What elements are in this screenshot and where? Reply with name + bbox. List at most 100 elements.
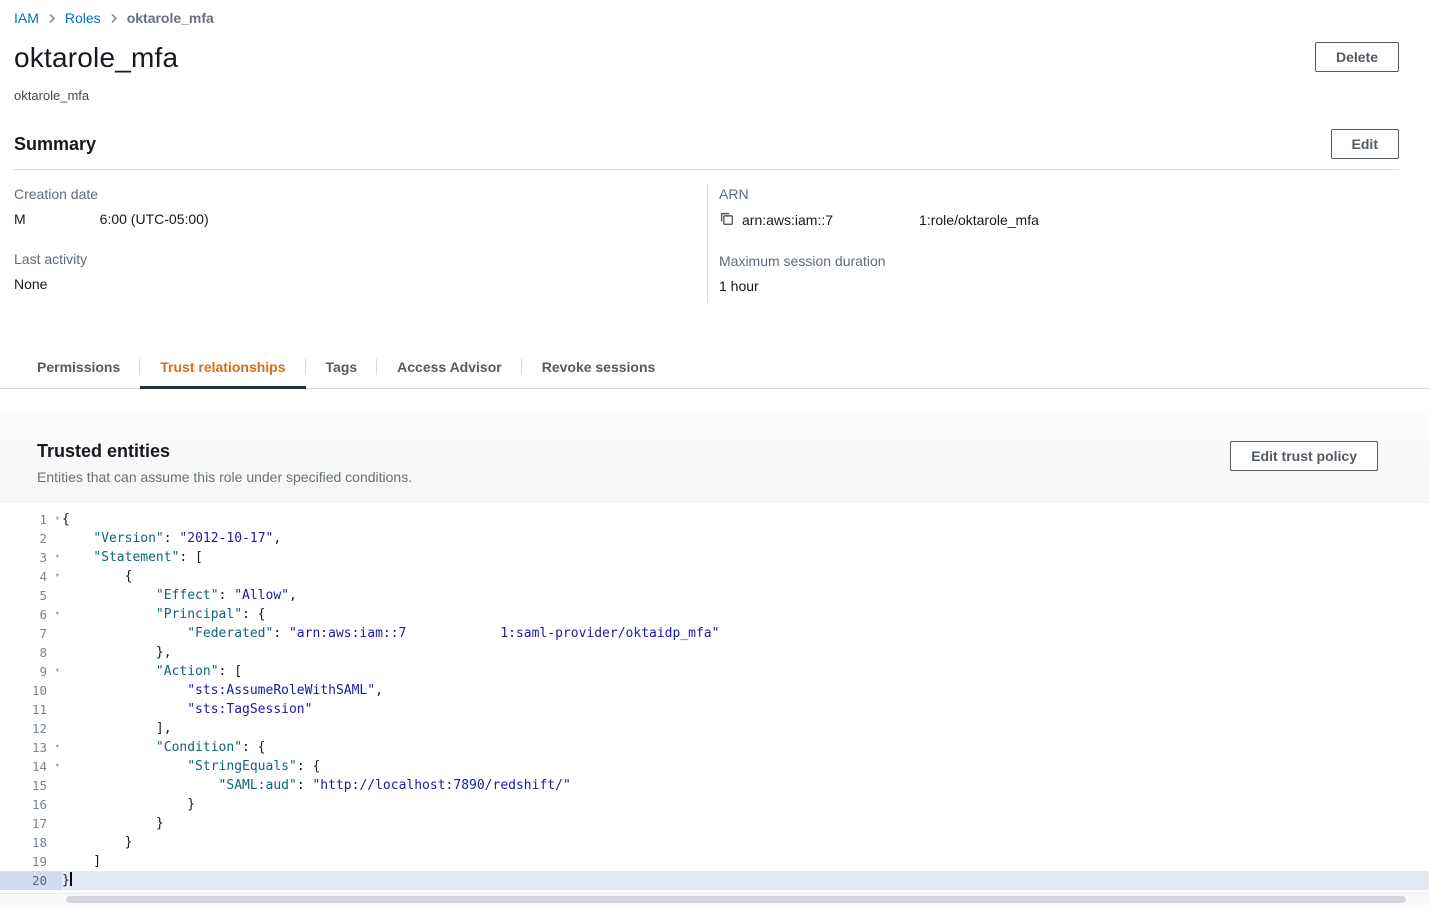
trust-policy-editor[interactable]: 1 ▾{2 "Version": "2012-10-17", 3 ▾ "Stateme… — [0, 503, 1429, 890]
breadcrumb-item-roles[interactable]: Roles — [65, 10, 101, 26]
tab-permissions[interactable]: Permissions — [17, 346, 141, 388]
code-token: : { — [296, 759, 321, 774]
editor-line: 4 ▾ { — [0, 567, 1429, 586]
edit-summary-button[interactable]: Edit — [1330, 129, 1399, 159]
line-number: 2 — [39, 531, 47, 546]
code-line: "Federated": "arn:aws:iam::7 1:saml-prov… — [62, 624, 1429, 643]
max-session-field: Maximum session duration 1 hour — [719, 253, 1399, 294]
code-line: "Statement": [ — [62, 548, 1429, 567]
code-token: "http://localhost:7890/redshift/" — [312, 778, 571, 793]
code-token: "Federated" — [187, 626, 274, 641]
code-token: 1:saml-provider/oktaidp_mfa" — [500, 626, 720, 641]
tab-tags[interactable]: Tags — [306, 346, 378, 388]
line-number: 12 — [31, 721, 47, 736]
editor-line: 7 "Federated": "arn:aws:iam::7 1:saml-pr… — [0, 624, 1429, 643]
code-token: "StringEquals" — [187, 759, 297, 774]
code-line: "Action": [ — [62, 662, 1429, 681]
code-token: "SAML:aud" — [218, 778, 297, 793]
line-number: 15 — [31, 778, 47, 793]
fold-toggle-icon[interactable]: ▾ — [55, 757, 60, 776]
code-token: "arn:aws:iam::7 — [288, 626, 407, 641]
role-description: oktarole_mfa — [14, 88, 90, 103]
creation-date-label: Creation date — [14, 186, 99, 202]
line-number: 11 — [31, 702, 47, 717]
code-token: : { — [242, 740, 266, 755]
code-token: , — [375, 683, 383, 698]
editor-line: 9 ▾ "Action": [ — [0, 662, 1429, 681]
code-token: ] — [62, 854, 102, 869]
fold-toggle-icon[interactable]: ▾ — [55, 662, 60, 681]
code-token: "Version" — [93, 531, 164, 546]
code-line: "Version": "2012-10-17", — [62, 529, 1429, 548]
editor-line: 16 } — [0, 795, 1429, 814]
code-token: : — [273, 626, 289, 641]
editor-line: 12 ], — [0, 719, 1429, 738]
line-number: 13 ▾ — [31, 738, 60, 757]
code-token: ], — [62, 721, 172, 736]
fold-toggle-icon[interactable]: ▾ — [55, 605, 60, 624]
line-number: 16 — [31, 797, 47, 812]
copy-arn-button[interactable] — [719, 211, 734, 229]
breadcrumb-item-iam[interactable]: IAM — [14, 10, 39, 26]
creation-date-prefix: M — [14, 211, 26, 227]
creation-date-field: Creation date M 6:00 (UTC-05:00) — [14, 186, 707, 227]
line-number: 3 ▾ — [39, 548, 60, 567]
max-session-label: Maximum session duration — [719, 253, 886, 269]
line-number: 7 — [39, 626, 47, 641]
code-line: "Effect": "Allow", — [62, 586, 1429, 605]
code-token: : — [218, 588, 235, 603]
code-token: "2012-10-17" — [179, 531, 274, 546]
editor-horizontal-scrollbar[interactable] — [0, 893, 1429, 905]
code-token: "sts:AssumeRoleWithSAML" — [187, 683, 376, 698]
line-number: 14 ▾ — [31, 757, 60, 776]
fold-toggle-icon[interactable]: ▾ — [55, 548, 60, 567]
fold-toggle-icon[interactable]: ▾ — [55, 567, 60, 586]
tab-access-advisor[interactable]: Access Advisor — [377, 346, 522, 388]
code-line: } — [62, 814, 1429, 833]
code-line: } — [62, 871, 1429, 890]
code-line: "sts:TagSession" — [62, 700, 1429, 719]
line-number: 17 — [31, 816, 47, 831]
summary-divider — [14, 169, 1399, 170]
edit-trust-policy-button[interactable]: Edit trust policy — [1230, 441, 1378, 471]
iam-role-page: IAM Roles oktarole_mfa oktarole_mfa Delete… — [0, 0, 1429, 905]
editor-line: 10 "sts:AssumeRoleWithSAML", — [0, 681, 1429, 700]
breadcrumb-item-oktarole-mfa: oktarole_mfa — [126, 10, 214, 26]
code-line: ], — [62, 719, 1429, 738]
code-token: "Principal" — [155, 607, 243, 622]
arn-prefix: arn:aws:iam::7 — [742, 212, 834, 228]
delete-button[interactable]: Delete — [1314, 42, 1399, 72]
tabs: Permissions Trust relationships Tags Access… — [0, 346, 1429, 389]
code-line: "Principal": { — [62, 605, 1429, 624]
editor-line: 11 "sts:TagSession" — [0, 700, 1429, 719]
code-line: ] — [62, 852, 1429, 871]
tab-revoke-sessions[interactable]: Revoke sessions — [522, 346, 676, 388]
scrollbar-thumb[interactable] — [66, 896, 1406, 903]
page-title: oktarole_mfa — [14, 42, 179, 73]
summary-grid: Creation date M 6:00 (UTC-05:00) Last act… — [14, 184, 1399, 302]
trusted-entities-subtitle: Entities that can assume this role under… — [37, 469, 413, 485]
fold-toggle-icon[interactable]: ▾ — [55, 510, 60, 529]
trusted-entities-panel: Trusted entities Entities that can assum… — [0, 413, 1429, 905]
tab-trust-relationships[interactable]: Trust relationships — [140, 346, 306, 389]
code-line: "Condition": { — [62, 738, 1429, 757]
code-token: "Effect" — [155, 588, 219, 603]
code-token: { — [62, 569, 133, 584]
breadcrumb-separator-icon — [48, 13, 56, 24]
code-token: } — [62, 816, 164, 831]
code-line: "SAML:aud": "http://localhost:7890/redsh… — [62, 776, 1429, 795]
line-number: 6 ▾ — [39, 605, 60, 624]
fold-toggle-icon[interactable]: ▾ — [55, 738, 60, 757]
editor-line: 8 }, — [0, 643, 1429, 662]
last-activity-field: Last activity None — [14, 251, 707, 292]
code-line: { — [62, 510, 1429, 529]
redacted-token — [406, 626, 500, 641]
code-token: "Statement" — [93, 550, 180, 565]
